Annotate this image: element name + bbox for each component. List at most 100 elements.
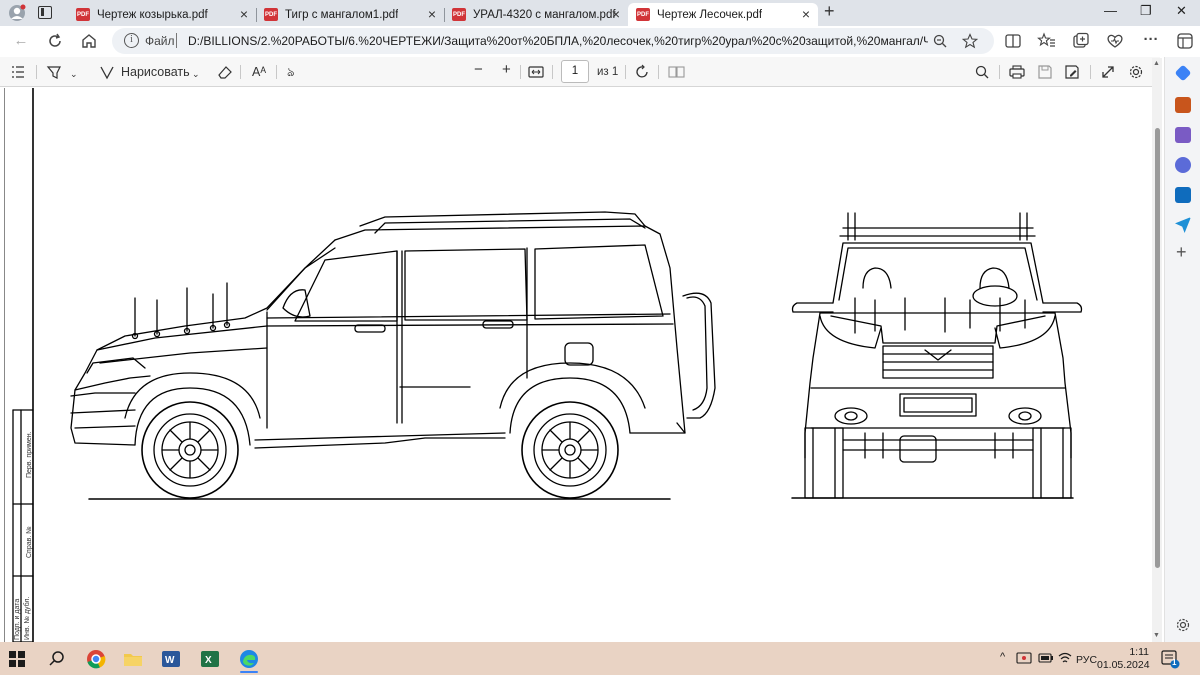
close-tab-icon[interactable]: × (240, 6, 248, 22)
favorite-star-icon[interactable] (962, 33, 978, 49)
address-row: ← i Файл D:/BILLIONS/2.%20РАБОТЫ/6.%20ЧЕ… (0, 26, 1200, 56)
svg-text:W: W (165, 655, 175, 666)
windows-start-icon[interactable] (6, 648, 28, 670)
new-tab-button[interactable]: + (824, 1, 835, 22)
toolbar-divider (658, 65, 659, 79)
close-tab-icon[interactable]: × (802, 6, 810, 22)
tab-title: Чертеж Лесочек.pdf (657, 8, 763, 21)
tab-actions-icon[interactable] (38, 6, 52, 19)
restore-button[interactable]: ❐ (1140, 3, 1152, 19)
settings-gear-icon[interactable] (1128, 64, 1144, 80)
contents-icon[interactable] (11, 65, 25, 79)
tools-briefcase-icon[interactable] (1175, 97, 1191, 113)
favorites-icon[interactable] (1037, 31, 1057, 51)
pdf-viewport[interactable]: Перв. примен. Справ. № Подп. и дата Инв.… (0, 87, 1160, 643)
pdf-file-icon: PDF (264, 8, 278, 21)
draw-dropdown-icon[interactable]: ⌄ (192, 65, 200, 83)
rotate-icon[interactable] (634, 64, 650, 80)
close-tab-icon[interactable]: × (612, 6, 620, 22)
tag-icon[interactable] (1174, 64, 1192, 82)
print-icon[interactable] (1008, 64, 1026, 80)
clock-time: 1:11 (1129, 646, 1149, 658)
chrome-icon[interactable] (85, 648, 107, 670)
toolbar-divider (552, 65, 553, 79)
clock[interactable]: 1:11 01.05.2024 (1097, 646, 1150, 672)
outlook-icon[interactable] (1175, 187, 1191, 203)
taskbar-search-icon[interactable] (46, 648, 68, 670)
windows-taskbar: W X ^ РУС 1:11 01.05.2024 1 (0, 642, 1200, 675)
word-icon[interactable]: W (160, 648, 182, 670)
fullscreen-icon[interactable] (1100, 64, 1116, 80)
collections-icon[interactable] (1071, 31, 1091, 51)
scroll-down-icon[interactable]: ▼ (1153, 632, 1160, 639)
more-menu-icon[interactable]: ··· (1142, 31, 1160, 49)
tab-title: УРАЛ-4320 с мангалом.pdf (473, 8, 616, 21)
toolbar-divider (625, 65, 626, 79)
refresh-icon[interactable] (46, 32, 64, 50)
tab-4-active[interactable]: PDF Чертеж Лесочек.pdf × (628, 3, 818, 26)
back-icon[interactable]: ← (12, 32, 30, 50)
scroll-thumb[interactable] (1155, 128, 1160, 568)
url-text[interactable]: D:/BILLIONS/2.%20РАБОТЫ/6.%20ЧЕРТЕЖИ/Защ… (188, 34, 928, 48)
tab-2[interactable]: PDF Тигр с мангалом1.pdf × (256, 3, 445, 26)
edge-icon[interactable] (238, 648, 260, 670)
wifi-icon[interactable] (1057, 651, 1073, 665)
scroll-up-icon[interactable]: ▲ (1153, 60, 1160, 67)
home-icon[interactable] (80, 32, 98, 50)
zoom-in-button[interactable]: + (502, 61, 511, 79)
battery-icon[interactable] (1038, 651, 1054, 665)
frame-label-1: Перв. примен. (26, 431, 33, 478)
toolbar-divider (520, 65, 521, 79)
eraser-icon[interactable] (216, 64, 234, 80)
split-screen-icon[interactable] (1003, 31, 1023, 51)
read-aloud-button[interactable]: ঌ (287, 63, 295, 81)
excel-icon[interactable]: X (199, 648, 221, 670)
notification-center-icon[interactable] (1160, 649, 1180, 669)
zoom-icon[interactable] (932, 33, 948, 49)
m365-icon[interactable] (1175, 157, 1191, 173)
browser-essentials-icon[interactable] (1105, 31, 1125, 51)
toolbar-divider (276, 65, 277, 79)
draw-icon[interactable] (99, 64, 115, 80)
page-number-input[interactable]: 1 (561, 60, 589, 83)
tray-expand-icon[interactable]: ^ (1000, 651, 1005, 663)
notification-count: 1 (1172, 658, 1177, 667)
page-view-icon[interactable] (668, 65, 686, 79)
sidebar-settings-icon[interactable] (1175, 617, 1191, 633)
draw-label[interactable]: Нарисовать (121, 63, 190, 81)
copilot-icon[interactable] (1175, 31, 1195, 51)
profile-avatar-icon[interactable] (7, 4, 27, 22)
pdf-file-icon: PDF (636, 8, 650, 21)
input-language-indicator[interactable]: РУС (1076, 654, 1097, 666)
meet-now-icon[interactable] (1016, 651, 1032, 665)
games-icon[interactable] (1175, 127, 1191, 143)
vehicle-drawing: Перв. примен. Справ. № Подп. и дата Инв.… (12, 87, 1083, 643)
text-options-button[interactable]: Aᴬ (252, 63, 266, 81)
info-icon[interactable]: i (124, 33, 139, 48)
fit-width-icon[interactable] (528, 65, 544, 79)
close-tab-icon[interactable]: × (428, 6, 436, 22)
frame-label-2: Справ. № (26, 526, 33, 558)
edge-sidebar: + (1164, 57, 1200, 642)
minimize-button[interactable]: — (1104, 3, 1117, 18)
zoom-out-button[interactable]: − (474, 61, 483, 79)
file-explorer-icon[interactable] (122, 648, 144, 670)
tab-strip: PDF Чертеж козырька.pdf × PDF Тигр с ман… (0, 0, 1200, 26)
close-window-button[interactable]: ✕ (1176, 3, 1187, 19)
add-sidebar-app-icon[interactable]: + (1176, 242, 1187, 263)
highlight-icon[interactable] (46, 64, 62, 80)
pdf-page: Перв. примен. Справ. № Подп. и дата Инв.… (4, 87, 1154, 643)
address-bar[interactable]: i Файл D:/BILLIONS/2.%20РАБОТЫ/6.%20ЧЕРТ… (112, 28, 994, 54)
tab-title: Тигр с мангалом1.pdf (285, 8, 399, 21)
save-icon[interactable] (1037, 64, 1053, 80)
tab-1[interactable]: PDF Чертеж козырька.pdf × (68, 3, 257, 26)
tab-3[interactable]: PDF УРАЛ-4320 с мангалом.pdf × (444, 3, 628, 26)
vertical-scrollbar[interactable]: ▲ ▼ (1152, 58, 1162, 642)
clock-date: 01.05.2024 (1097, 659, 1150, 671)
send-icon[interactable] (1175, 217, 1191, 233)
search-icon[interactable] (974, 64, 990, 80)
frame-label-4: Инв. № дубл. (23, 597, 31, 640)
highlight-dropdown-icon[interactable]: ⌄ (70, 65, 78, 83)
save-as-icon[interactable] (1064, 64, 1080, 80)
toolbar-divider (36, 65, 37, 79)
